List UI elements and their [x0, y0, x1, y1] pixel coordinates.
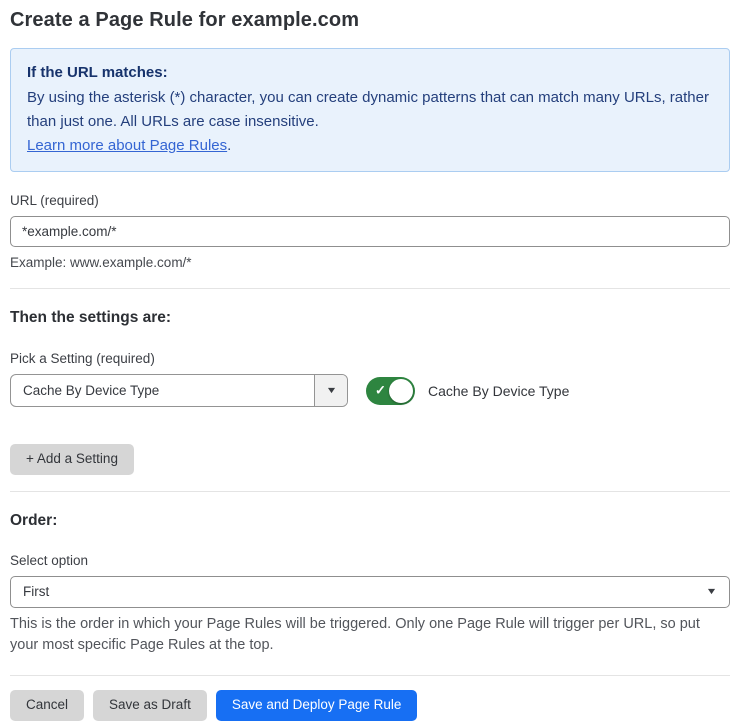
- check-icon: ✓: [375, 382, 386, 398]
- info-box-body: By using the asterisk (*) character, you…: [27, 86, 713, 134]
- pick-setting-label: Pick a Setting (required): [10, 351, 730, 366]
- select-option-label: Select option: [10, 553, 730, 568]
- add-setting-button[interactable]: + Add a Setting: [10, 444, 134, 475]
- divider: [10, 491, 730, 492]
- order-select-value: First: [23, 584, 49, 599]
- settings-section-heading: Then the settings are:: [10, 309, 730, 327]
- page-title: Create a Page Rule for example.com: [10, 9, 730, 32]
- order-section-heading: Order:: [10, 512, 730, 530]
- divider: [10, 288, 730, 289]
- chevron-down-icon: ▼: [325, 386, 337, 395]
- setting-row: Cache By Device Type ▼ ✓ Cache By Device…: [10, 374, 730, 407]
- save-draft-button[interactable]: Save as Draft: [93, 690, 207, 721]
- url-input[interactable]: [10, 216, 730, 247]
- setting-select-arrow-button[interactable]: ▼: [314, 375, 347, 406]
- toggle-knob: [389, 379, 413, 403]
- cancel-button[interactable]: Cancel: [10, 690, 84, 721]
- url-helper-text: Example: www.example.com/*: [10, 255, 730, 270]
- info-box-link-line: Learn more about Page Rules.: [27, 134, 713, 158]
- toggle-label: Cache By Device Type: [428, 383, 569, 399]
- url-label: URL (required): [10, 193, 730, 208]
- footer-divider: [10, 675, 730, 676]
- save-deploy-button[interactable]: Save and Deploy Page Rule: [216, 690, 418, 721]
- chevron-down-icon: ▼: [706, 587, 718, 596]
- order-helper-text: This is the order in which your Page Rul…: [10, 614, 730, 657]
- cache-device-toggle[interactable]: ✓: [366, 377, 415, 405]
- url-match-info-box: If the URL matches: By using the asteris…: [10, 48, 730, 172]
- info-box-heading: If the URL matches:: [27, 61, 713, 85]
- footer-actions: Cancel Save as Draft Save and Deploy Pag…: [10, 690, 730, 721]
- setting-select-value: Cache By Device Type: [11, 375, 314, 406]
- link-period: .: [227, 137, 231, 154]
- create-page-rule-form: Create a Page Rule for example.com If th…: [0, 0, 750, 721]
- learn-more-link[interactable]: Learn more about Page Rules: [27, 137, 227, 154]
- order-select[interactable]: First ▼: [10, 576, 730, 608]
- setting-select[interactable]: Cache By Device Type ▼: [10, 374, 348, 407]
